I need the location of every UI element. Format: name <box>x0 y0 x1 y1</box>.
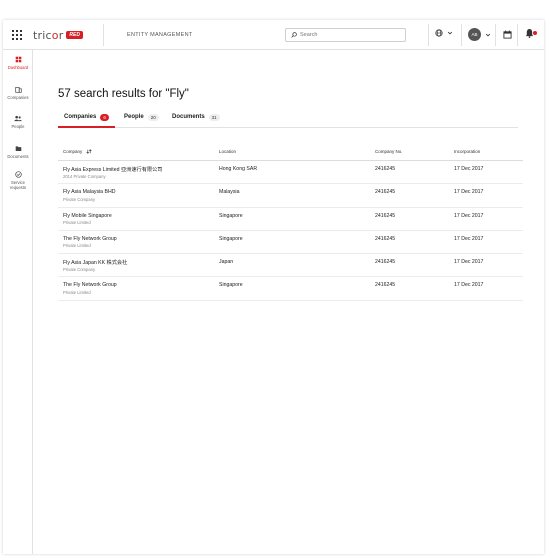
app-window: tricor RED ENTITY MANAGEMENT AB <box>3 20 544 554</box>
company-type: Private Limited <box>63 289 91 295</box>
check-circle-icon <box>14 171 22 178</box>
app-grid-icon[interactable] <box>11 29 23 41</box>
company-name[interactable]: The Fly Network Group <box>63 282 117 288</box>
company-location: Singapore <box>219 212 243 219</box>
divider <box>461 24 462 46</box>
sidebar-item-people[interactable]: People <box>3 115 33 129</box>
incorporation-date: 17 Dec 2017 <box>454 259 484 266</box>
tab-count-badge: 6 <box>100 114 109 121</box>
sidebar-item-documents[interactable]: Documents <box>3 145 33 159</box>
search-icon <box>291 32 297 38</box>
tab-count-badge: 31 <box>208 114 220 121</box>
table-row[interactable]: The Fly Network Group Private Limited Si… <box>58 277 523 301</box>
company-number: 2416245 <box>375 235 396 242</box>
notifications-button[interactable] <box>525 28 537 40</box>
folder-icon <box>15 146 21 151</box>
column-header-incorporation[interactable]: Incorporation <box>454 149 480 154</box>
page-title: 57 search results for "Fly" <box>58 88 189 100</box>
sidebar-item-dashboard[interactable]: Dashboard <box>3 56 33 70</box>
user-menu[interactable]: AB <box>468 28 491 41</box>
search-input[interactable] <box>300 32 400 38</box>
column-header-company-no[interactable]: Company No. <box>375 149 403 154</box>
table-row[interactable]: Fly Asia Malaysia BHD Private Company Ma… <box>58 184 523 208</box>
company-number: 2416245 <box>375 282 396 289</box>
company-number: 2416245 <box>375 189 396 196</box>
tab-label: Documents <box>172 114 205 120</box>
language-selector[interactable] <box>435 29 453 37</box>
company-number: 2416245 <box>375 166 396 172</box>
incorporation-date: 17 Dec 2017 <box>454 189 484 196</box>
logo-badge: RED <box>66 31 83 39</box>
chevron-down-icon <box>447 31 453 35</box>
dashboard-icon <box>15 56 21 63</box>
notification-dot <box>533 31 537 35</box>
company-location: Singapore <box>219 235 243 242</box>
tab-label: Companies <box>64 114 97 120</box>
result-tabs: Companies 6 People 20 Documents 31 <box>58 114 518 128</box>
tab-documents[interactable]: Documents 31 <box>172 114 220 128</box>
column-header-company[interactable]: Company <box>63 149 92 154</box>
sidebar-item-label: Documents <box>7 154 29 159</box>
table-row[interactable]: Fly Mobile Singapore Private Limited Sin… <box>58 208 523 231</box>
company-location: Malaysia <box>219 189 240 196</box>
company-type: Private Company <box>63 196 96 202</box>
table-row[interactable]: Fly Asia Express Limited 亞洲速行有限公司 2014 P… <box>58 161 523 185</box>
column-label: Company <box>63 149 83 154</box>
company-number: 2416245 <box>375 212 396 219</box>
sidebar-item-label: Companies <box>7 95 29 100</box>
incorporation-date: 17 Dec 2017 <box>454 212 484 219</box>
company-type: Private Limited <box>63 243 91 249</box>
tab-count-badge: 20 <box>147 114 159 121</box>
company-type: Private Company <box>63 266 96 272</box>
company-name[interactable]: The Fly Network Group <box>63 236 117 242</box>
tab-companies[interactable]: Companies 6 <box>58 114 115 128</box>
company-location: Japan <box>219 259 234 266</box>
avatar: AB <box>468 28 481 41</box>
table-row[interactable]: The Fly Network Group Private Limited Si… <box>58 231 523 255</box>
company-number: 2416245 <box>375 259 396 266</box>
incorporation-date: 17 Dec 2017 <box>454 235 484 242</box>
company-type: Private Limited <box>63 220 91 226</box>
search-box[interactable] <box>285 28 406 42</box>
sidebar-item-label: Dashboard <box>7 65 29 70</box>
tab-people[interactable]: People 20 <box>124 114 159 128</box>
results-table: Company Location Company No. Incorporati… <box>58 147 523 301</box>
sidebar-item-companies[interactable]: Companies <box>3 86 33 100</box>
company-name[interactable]: Fly Asia Japan KK 株式会社 <box>63 259 127 266</box>
logo-text: tricor <box>33 28 64 42</box>
app-title: ENTITY MANAGEMENT <box>127 32 193 38</box>
company-name[interactable]: Fly Mobile Singapore <box>63 213 112 219</box>
calendar-icon <box>503 30 512 39</box>
column-header-location[interactable]: Location <box>219 149 236 154</box>
company-name[interactable]: Fly Asia Express Limited 亞洲速行有限公司 <box>63 166 162 173</box>
tab-label: People <box>124 114 144 120</box>
sort-icon[interactable] <box>85 149 92 154</box>
sidebar-item-label: People <box>11 124 25 129</box>
table-header: Company Location Company No. Incorporati… <box>58 147 523 161</box>
table-row[interactable]: Fly Asia Japan KK 株式会社 Private Company J… <box>58 254 523 278</box>
company-location: Hong Kong SAR <box>219 166 258 172</box>
top-bar: tricor RED ENTITY MANAGEMENT AB <box>3 20 544 50</box>
divider <box>517 24 518 46</box>
globe-icon <box>435 29 443 37</box>
sidebar: Dashboard Companies People Documents Ser… <box>3 50 33 554</box>
calendar-button[interactable] <box>503 30 512 41</box>
company-name[interactable]: Fly Asia Malaysia BHD <box>63 189 115 195</box>
divider <box>495 24 496 46</box>
company-location: Singapore <box>219 282 243 289</box>
building-icon <box>14 87 22 93</box>
sidebar-item-service-requests[interactable]: Service requests <box>3 171 33 190</box>
incorporation-date: 17 Dec 2017 <box>454 282 484 289</box>
chevron-down-icon <box>485 33 491 36</box>
divider <box>103 24 104 46</box>
divider <box>428 24 429 46</box>
incorporation-date: 17 Dec 2017 <box>454 166 484 172</box>
sidebar-item-label: Service requests <box>9 180 27 190</box>
company-type: 2014 Private Company <box>63 173 106 179</box>
people-icon <box>14 115 22 122</box>
logo[interactable]: tricor RED <box>33 28 83 42</box>
